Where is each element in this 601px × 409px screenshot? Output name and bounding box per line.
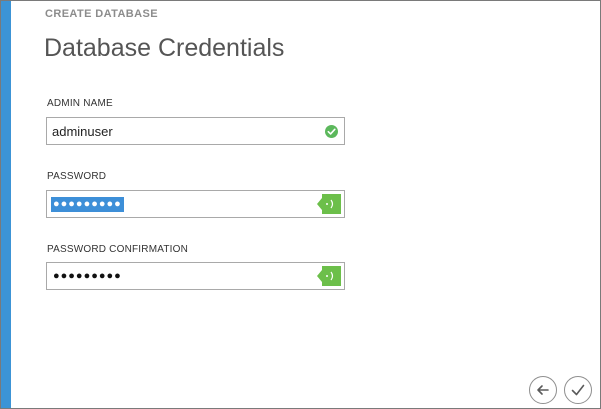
- page-title: Database Credentials: [44, 34, 285, 62]
- admin-name-value: adminuser: [52, 124, 113, 139]
- admin-name-field[interactable]: adminuser: [46, 117, 345, 145]
- password-confirmation-masked-value: ●●●●●●●●●: [53, 270, 122, 282]
- dialog-eyebrow: CREATE DATABASE: [45, 8, 158, 20]
- back-arrow-icon: [537, 385, 549, 395]
- password-confirmation-label: PASSWORD CONFIRMATION: [47, 244, 189, 255]
- back-button[interactable]: [529, 376, 557, 404]
- password-hint-icon[interactable]: [317, 194, 341, 214]
- accent-bar: [1, 1, 11, 408]
- complete-button[interactable]: [564, 376, 592, 404]
- check-circle-icon: [325, 125, 338, 138]
- password-field[interactable]: ●●●●●●●●●: [46, 190, 345, 218]
- password-masked-value: ●●●●●●●●●: [51, 197, 124, 212]
- admin-name-label: ADMIN NAME: [47, 98, 113, 109]
- password-confirmation-field[interactable]: ●●●●●●●●●: [46, 262, 345, 290]
- checkmark-icon: [571, 384, 585, 396]
- password-confirmation-hint-icon[interactable]: [317, 266, 341, 286]
- create-database-dialog: CREATE DATABASE Database Credentials ADM…: [0, 0, 601, 409]
- password-label: PASSWORD: [47, 171, 107, 182]
